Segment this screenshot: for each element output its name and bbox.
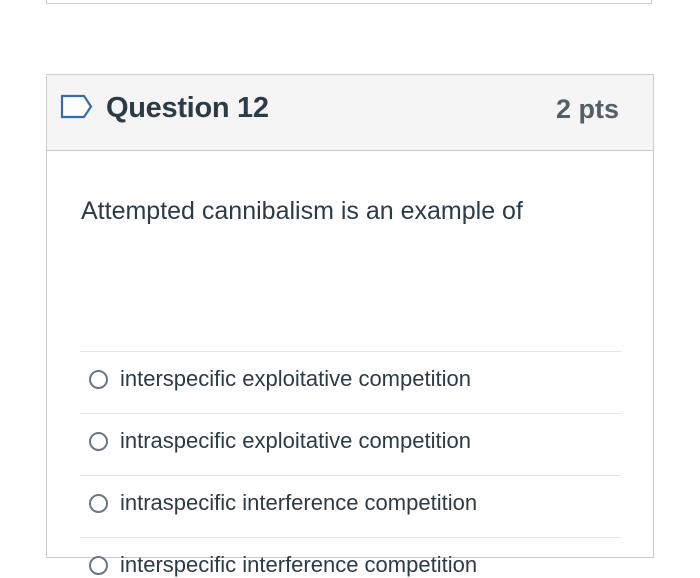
- question-points: 2 pts: [555, 94, 619, 124]
- bookmark-flag-icon[interactable]: [60, 93, 94, 121]
- previous-question-card-edge: [46, 0, 652, 4]
- answer-label: interspecific interference competition: [120, 552, 478, 577]
- radio-button[interactable]: [89, 494, 108, 513]
- question-header: Question 12 2 pts: [47, 75, 653, 151]
- answer-option[interactable]: intraspecific exploitative competition: [80, 413, 621, 475]
- answer-label: interspecific exploitative competition: [120, 366, 471, 391]
- answer-list: interspecific exploitative competition i…: [80, 351, 621, 578]
- radio-button[interactable]: [89, 370, 108, 389]
- question-title: Question 12: [106, 92, 269, 124]
- answer-label: intraspecific interference competition: [120, 490, 478, 515]
- answer-label: intraspecific exploitative competition: [120, 428, 471, 453]
- question-text: Attempted cannibalism is an example of: [81, 197, 523, 225]
- radio-button[interactable]: [89, 556, 108, 575]
- answer-option[interactable]: interspecific interference competition: [80, 537, 621, 578]
- answer-option[interactable]: intraspecific interference competition: [80, 475, 621, 537]
- radio-button[interactable]: [89, 432, 108, 451]
- answer-option[interactable]: interspecific exploitative competition: [80, 351, 621, 413]
- question-card: Question 12 2 pts Attempted cannibalism …: [46, 74, 654, 577]
- quiz-page: Question 12 2 pts Attempted cannibalism …: [0, 0, 700, 578]
